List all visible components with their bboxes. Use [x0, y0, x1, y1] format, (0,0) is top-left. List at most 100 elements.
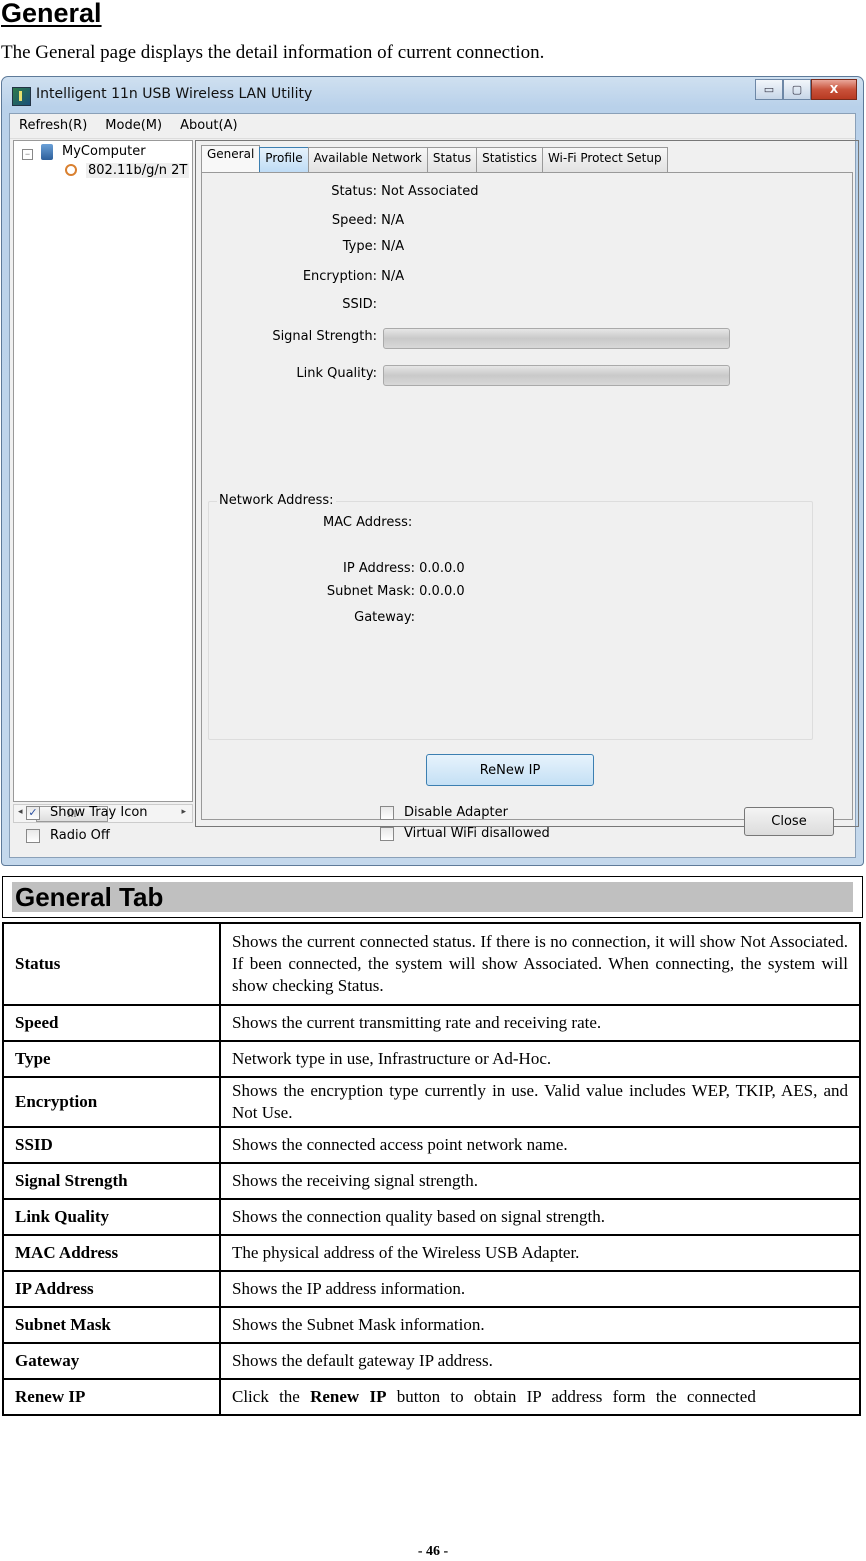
- signal-strength-field: Signal Strength:: [236, 329, 377, 344]
- link-quality-label: Link Quality:: [296, 366, 377, 381]
- checkbox-unchecked-icon[interactable]: [380, 826, 394, 841]
- tab-general[interactable]: General: [201, 145, 261, 172]
- ssid-field: SSID:: [320, 297, 377, 312]
- row-description: Shows the default gateway IP address.: [219, 1342, 861, 1380]
- menu-mode[interactable]: Mode(M): [96, 114, 171, 138]
- row-description: Shows the receiving signal strength.: [219, 1162, 861, 1200]
- row-description: Shows the IP address information.: [219, 1270, 861, 1308]
- tab-panel: General Profile Available Network Status…: [195, 140, 859, 827]
- gateway-label: Gateway:: [354, 610, 415, 625]
- row-description: The physical address of the Wireless USB…: [219, 1234, 861, 1272]
- row-description: Shows the current transmitting rate and …: [219, 1004, 861, 1042]
- row-key: Type: [2, 1040, 221, 1078]
- row-key: Gateway: [2, 1342, 221, 1380]
- subnet-value: 0.0.0.0: [419, 584, 465, 599]
- tab-profile[interactable]: Profile: [259, 147, 309, 172]
- mac-label: MAC Address:: [323, 515, 413, 530]
- table-row: Encryption Shows the encryption type curr…: [2, 1076, 861, 1128]
- show-tray-icon-checkbox[interactable]: ✓ Show Tray Icon: [26, 805, 148, 820]
- renew-ip-button[interactable]: ReNew IP: [426, 754, 594, 786]
- radio-off-checkbox[interactable]: Radio Off: [26, 828, 110, 843]
- row-key: MAC Address: [2, 1234, 221, 1272]
- table-row: Gateway Shows the default gateway IP addr…: [2, 1342, 861, 1380]
- table-title: General Tab: [12, 882, 853, 912]
- tab-strip: General Profile Available Network Status…: [201, 145, 668, 172]
- speed-field: Speed: N/A: [320, 213, 404, 228]
- row-key: Link Quality: [2, 1198, 221, 1236]
- page-number: - 46 -: [417, 1544, 449, 1559]
- subnet-field: Subnet Mask: 0.0.0.0: [309, 584, 465, 599]
- link-quality-bar: [383, 365, 730, 386]
- table-row: IP Address Shows the IP address informati…: [2, 1270, 861, 1308]
- title-bar[interactable]: Intelligent 11n USB Wireless LAN Utility…: [2, 77, 863, 113]
- table-row: Type Network type in use, Infrastructure …: [2, 1040, 861, 1078]
- row-description: Network type in use, Infrastructure or A…: [219, 1040, 861, 1078]
- tab-available-network[interactable]: Available Network: [307, 147, 428, 172]
- signal-strength-bar: [383, 328, 730, 349]
- type-value: N/A: [381, 239, 405, 254]
- row-key: SSID: [2, 1126, 221, 1164]
- ip-label: IP Address:: [343, 561, 415, 576]
- status-field: Status: Not Associated: [320, 184, 478, 199]
- ip-field: IP Address: 0.0.0.0: [309, 561, 465, 576]
- row-description: Shows the encryption type currently in u…: [219, 1076, 861, 1128]
- minimize-button[interactable]: ▭: [755, 79, 783, 100]
- tab-wifi-protect-setup[interactable]: Wi-Fi Protect Setup: [541, 147, 668, 172]
- table-row: SSID Shows the connected access point net…: [2, 1126, 861, 1164]
- speed-label: Speed:: [331, 213, 377, 228]
- collapse-icon[interactable]: −: [22, 149, 33, 160]
- general-tab-content: Status: Not Associated Speed: N/A Type: …: [201, 172, 853, 820]
- tree-item-adapter[interactable]: 802.11b/g/n 2T: [86, 163, 190, 178]
- checkbox-unchecked-icon[interactable]: [380, 805, 394, 820]
- row-key: Subnet Mask: [2, 1306, 221, 1344]
- type-field: Type: N/A: [320, 239, 404, 254]
- row-description: Click the Renew IP button to obtain IP a…: [219, 1378, 861, 1416]
- signal-strength-label: Signal Strength:: [272, 329, 377, 344]
- row-description: Shows the connection quality based on si…: [219, 1198, 861, 1236]
- scroll-right-icon[interactable]: ▸: [181, 806, 186, 817]
- ssid-label: SSID:: [342, 297, 377, 312]
- scroll-left-icon[interactable]: ◂: [18, 806, 23, 817]
- adapter-icon: [65, 164, 77, 176]
- general-tab-table-header: General Tab: [2, 876, 863, 918]
- row-key: IP Address: [2, 1270, 221, 1308]
- window-close-button[interactable]: X: [811, 79, 857, 100]
- section-title: General: [1, 0, 102, 28]
- row-key: Status: [2, 922, 221, 1006]
- menu-refresh[interactable]: Refresh(R): [10, 114, 96, 138]
- maximize-button[interactable]: ▢: [783, 79, 811, 100]
- status-label: Status:: [331, 184, 377, 199]
- show-tray-icon-label: Show Tray Icon: [50, 805, 148, 820]
- tree-item-mycomputer[interactable]: MyComputer: [62, 144, 146, 159]
- menu-about[interactable]: About(A): [171, 114, 246, 138]
- checkbox-checked-icon[interactable]: ✓: [26, 805, 40, 820]
- table-row: Link Quality Shows the connection quality…: [2, 1198, 861, 1236]
- type-label: Type:: [342, 239, 377, 254]
- minimize-icon: ▭: [763, 83, 775, 96]
- utility-window: Intelligent 11n USB Wireless LAN Utility…: [1, 76, 864, 866]
- row-key: Encryption: [2, 1076, 221, 1128]
- checkbox-unchecked-icon[interactable]: [26, 828, 40, 843]
- client-area: Refresh(R) Mode(M) About(A) − MyComputer…: [9, 113, 859, 858]
- window-title: Intelligent 11n USB Wireless LAN Utility: [36, 86, 313, 102]
- encryption-value: N/A: [381, 269, 405, 284]
- text-span: Click the: [232, 1387, 311, 1406]
- row-description: Shows the current connected status. If t…: [219, 922, 861, 1006]
- speed-value: N/A: [381, 213, 405, 228]
- disable-adapter-label: Disable Adapter: [404, 805, 508, 820]
- text-span: button to obtain IP address form the con…: [386, 1387, 756, 1406]
- link-quality-field: Link Quality:: [236, 366, 377, 381]
- general-tab-table: Status Shows the current connected status…: [2, 922, 861, 1416]
- virtual-wifi-checkbox[interactable]: Virtual WiFi disallowed: [380, 826, 550, 841]
- tab-status[interactable]: Status: [426, 147, 478, 172]
- disable-adapter-checkbox[interactable]: Disable Adapter: [380, 805, 508, 820]
- app-icon: [12, 87, 31, 106]
- emphasis-text: Renew IP: [310, 1387, 387, 1406]
- network-address-title: Network Address:: [217, 493, 336, 508]
- tab-statistics[interactable]: Statistics: [476, 147, 543, 172]
- network-address-group: Network Address: MAC Address: IP Address…: [208, 493, 813, 740]
- close-button[interactable]: Close: [744, 807, 834, 836]
- table-row: Signal Strength Shows the receiving signa…: [2, 1162, 861, 1200]
- device-tree: − MyComputer 802.11b/g/n 2T: [13, 140, 193, 802]
- virtual-wifi-label: Virtual WiFi disallowed: [404, 826, 550, 841]
